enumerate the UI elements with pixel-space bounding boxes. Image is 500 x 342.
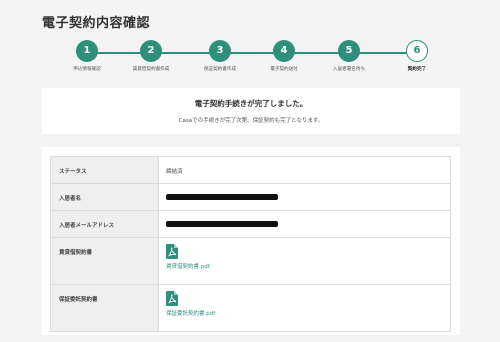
tenant-name-value	[158, 183, 451, 211]
pdf-file-icon[interactable]	[166, 244, 178, 259]
step-2-label: 賃貸借契約書作成	[132, 67, 170, 72]
tenant-email-value	[158, 210, 451, 238]
step-6-label: 契約完了	[407, 67, 427, 72]
guarantee-contract-row: 保証委託契約書 保証委託契約書.pdf	[50, 284, 451, 332]
page-title: 電子契約内容確認	[42, 16, 151, 31]
tenant-email-label: 入居者メールアドレス	[50, 210, 159, 238]
step-3-number: 3	[209, 40, 231, 62]
step-5-label: 入居者署名待ち	[332, 67, 366, 72]
pdf-file-icon[interactable]	[166, 291, 178, 306]
step-4-label: 電子契約送付	[270, 67, 298, 72]
step-4-number: 4	[273, 40, 295, 62]
status-label: ステータス	[50, 156, 159, 184]
step-2: 2 賃貸借契約書作成	[116, 40, 186, 72]
step-3: 3 保証契約書作成	[185, 40, 255, 72]
tenant-name-row: 入居者名	[50, 183, 451, 211]
tenant-name-label: 入居者名	[50, 183, 159, 211]
step-1: 1 申込情報確認	[52, 40, 122, 72]
contract-details-card: ステータス 締結済 入居者名 入居者メールアドレス 賃貸借契約書 賃貸借契約書.…	[42, 147, 460, 335]
completion-message: Casaでの手続きが完了次第、保証契約も完了となります。	[178, 118, 324, 124]
lease-contract-row: 賃貸借契約書 賃貸借契約書.pdf	[50, 237, 451, 285]
status-row: ステータス 締結済	[50, 156, 451, 184]
step-5: 5 入居者署名待ち	[314, 40, 384, 72]
step-2-number: 2	[140, 40, 162, 62]
lease-contract-label: 賃貸借契約書	[50, 237, 159, 285]
step-1-label: 申込情報確認	[73, 67, 101, 72]
status-value: 締結済	[158, 156, 451, 184]
tenant-email-row: 入居者メールアドレス	[50, 210, 451, 238]
completion-title: 電子契約手続きが完了しました。	[194, 99, 308, 108]
step-5-number: 5	[338, 40, 360, 62]
redacted-tenant-name	[166, 194, 278, 200]
guarantee-contract-pdf-link[interactable]: 保証委託契約書.pdf	[166, 309, 450, 317]
step-4: 4 電子契約送付	[249, 40, 319, 72]
completion-notice: 電子契約手続きが完了しました。 Casaでの手続きが完了次第、保証契約も完了とな…	[42, 88, 460, 134]
step-6: 6 契約完了	[382, 40, 452, 72]
guarantee-contract-value: 保証委託契約書.pdf	[158, 284, 451, 332]
contract-details-table: ステータス 締結済 入居者名 入居者メールアドレス 賃貸借契約書 賃貸借契約書.…	[50, 156, 451, 332]
lease-contract-pdf-link[interactable]: 賃貸借契約書.pdf	[166, 262, 450, 270]
progress-stepper: 1 申込情報確認 2 賃貸借契約書作成 3 保証契約書作成 4 電子契約送付 5…	[52, 40, 452, 80]
guarantee-contract-label: 保証委託契約書	[50, 284, 159, 332]
redacted-tenant-email	[166, 221, 278, 227]
lease-contract-value: 賃貸借契約書.pdf	[158, 237, 451, 285]
step-3-label: 保証契約書作成	[203, 67, 237, 72]
step-6-number: 6	[406, 40, 428, 62]
step-1-number: 1	[76, 40, 98, 62]
